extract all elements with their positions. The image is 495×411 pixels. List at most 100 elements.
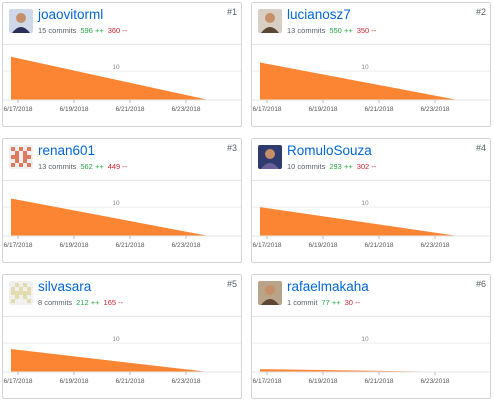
additions-count: 562 ++ — [80, 162, 104, 171]
y-tick-label: 10 — [361, 200, 369, 207]
x-tick-label: 6/17/2018 — [253, 378, 282, 385]
commits-count-link[interactable]: 8 commits — [38, 298, 72, 307]
username-link[interactable]: lucianosz7 — [287, 7, 351, 22]
x-tick-label: 6/21/2018 — [116, 242, 145, 249]
commits-count-link[interactable]: 13 commits — [38, 162, 76, 171]
x-tick-label: 6/21/2018 — [365, 106, 394, 113]
deletions-count: 350 -- — [356, 26, 377, 35]
additions-count: 77 ++ — [321, 298, 341, 307]
contributor-header: rafaelmakaha 1 commit 77 ++ 30 -- #6 — [252, 275, 490, 317]
username-link[interactable]: rafaelmakaha — [287, 279, 369, 294]
username-link[interactable]: RomuloSouza — [287, 143, 372, 158]
contribution-chart: 10 6/17/2018 6/19/2018 6/21/2018 6/23/2018 — [252, 181, 490, 262]
commits-count-link[interactable]: 13 commits — [287, 26, 325, 35]
contribution-chart: 10 6/17/2018 6/19/2018 6/21/2018 6/23/2018 — [3, 181, 241, 262]
x-tick-label: 6/23/2018 — [421, 106, 450, 113]
contributor-card: RomuloSouza 10 commits 293 ++ 302 -- #4 10 6/1… — [251, 138, 491, 263]
contribution-stats: 1 commit 77 ++ 30 -- — [287, 298, 360, 307]
x-tick-label: 6/17/2018 — [4, 378, 33, 385]
commits-count-link[interactable]: 15 commits — [38, 26, 76, 35]
x-tick-label: 6/19/2018 — [60, 378, 89, 385]
contribution-chart: 10 6/17/2018 6/19/2018 6/21/2018 6/23/2018 — [3, 317, 241, 398]
x-tick-label: 6/17/2018 — [253, 242, 282, 249]
rank-label: #3 — [226, 143, 237, 153]
x-tick-label: 6/21/2018 — [365, 242, 394, 249]
y-tick-label: 10 — [361, 64, 369, 71]
x-tick-label: 6/23/2018 — [172, 378, 201, 385]
commits-area-chart: 10 6/17/2018 6/19/2018 6/21/2018 6/23/2018 — [3, 336, 241, 385]
rank-label: #2 — [475, 7, 486, 17]
contribution-stats: 13 commits 562 ++ 449 -- — [38, 162, 127, 171]
commits-area — [260, 62, 458, 100]
deletions-count: 30 -- — [344, 298, 361, 307]
contribution-stats: 15 commits 596 ++ 360 -- — [38, 26, 127, 35]
x-tick-label: 6/17/2018 — [253, 106, 282, 113]
y-tick-label: 10 — [112, 64, 120, 71]
username-link[interactable]: renan601 — [38, 143, 95, 158]
x-tick-label: 6/21/2018 — [365, 378, 394, 385]
x-tick-label: 6/17/2018 — [4, 242, 33, 249]
commits-area-chart: 10 6/17/2018 6/19/2018 6/21/2018 6/23/2018 — [3, 198, 241, 249]
contribution-stats: 13 commits 550 ++ 350 -- — [287, 26, 376, 35]
commits-area — [11, 348, 209, 372]
x-tick-label: 6/17/2018 — [4, 106, 33, 113]
rank-label: #6 — [475, 279, 486, 289]
contributor-header: silvasara 8 commits 212 ++ 165 -- #5 — [3, 275, 241, 317]
x-tick-label: 6/23/2018 — [172, 242, 201, 249]
contributor-card: lucianosz7 13 commits 550 ++ 350 -- #2 10 6/17… — [251, 2, 491, 127]
deletions-count: 165 -- — [103, 298, 124, 307]
commits-count-link[interactable]: 1 commit — [287, 298, 317, 307]
contribution-stats: 8 commits 212 ++ 165 -- — [38, 298, 123, 307]
contribution-chart: 10 6/17/2018 6/19/2018 6/21/2018 6/23/2018 — [252, 317, 490, 398]
x-tick-label: 6/19/2018 — [309, 378, 338, 385]
contributor-header: joaovitorml 15 commits 596 ++ 360 -- #1 — [3, 3, 241, 45]
contributor-card: joaovitorml 15 commits 596 ++ 360 -- #1 10 6/1… — [2, 2, 242, 127]
rank-label: #1 — [226, 7, 237, 17]
deletions-count: 360 -- — [107, 26, 128, 35]
rank-label: #5 — [226, 279, 237, 289]
deletions-count: 449 -- — [107, 162, 128, 171]
x-tick-label: 6/19/2018 — [60, 242, 89, 249]
commits-area-chart: 10 6/17/2018 6/19/2018 6/21/2018 6/23/2018 — [3, 56, 241, 113]
x-tick-label: 6/23/2018 — [172, 106, 201, 113]
contributor-card: silvasara 8 commits 212 ++ 165 -- #5 10 6/17/2… — [2, 274, 242, 399]
contribution-stats: 10 commits 293 ++ 302 -- — [287, 162, 376, 171]
contributor-card: rafaelmakaha 1 commit 77 ++ 30 -- #6 10 6/17/2… — [251, 274, 491, 399]
commits-count-link[interactable]: 10 commits — [287, 162, 325, 171]
username-link[interactable]: joaovitorml — [38, 7, 103, 22]
identicon-avatar[interactable] — [9, 145, 33, 169]
x-tick-label: 6/19/2018 — [309, 106, 338, 113]
deletions-count: 302 -- — [356, 162, 377, 171]
x-tick-label: 6/23/2018 — [421, 242, 450, 249]
x-tick-label: 6/19/2018 — [60, 106, 89, 113]
commits-area-chart: 10 6/17/2018 6/19/2018 6/21/2018 6/23/2018 — [252, 62, 490, 113]
contributor-header: lucianosz7 13 commits 550 ++ 350 -- #2 — [252, 3, 490, 45]
photo-avatar[interactable] — [258, 9, 282, 33]
x-tick-label: 6/19/2018 — [309, 242, 338, 249]
additions-count: 550 ++ — [329, 26, 353, 35]
contributor-header: renan601 13 commits 562 ++ 449 -- #3 — [3, 139, 241, 181]
username-link[interactable]: silvasara — [38, 279, 91, 294]
commits-area-chart: 10 6/17/2018 6/19/2018 6/21/2018 6/23/2018 — [252, 200, 490, 249]
contributor-card: renan601 13 commits 562 ++ 449 -- #3 10 6/17/2… — [2, 138, 242, 263]
additions-count: 596 ++ — [80, 26, 104, 35]
photo-avatar[interactable] — [9, 9, 33, 33]
contribution-chart: 10 6/17/2018 6/19/2018 6/21/2018 6/23/2018 — [252, 45, 490, 126]
commits-area — [11, 198, 209, 236]
contribution-chart: 10 6/17/2018 6/19/2018 6/21/2018 6/23/2018 — [3, 45, 241, 126]
rank-label: #4 — [475, 143, 486, 153]
y-tick-label: 10 — [361, 336, 369, 343]
photo-avatar[interactable] — [258, 281, 282, 305]
commits-area — [260, 207, 458, 236]
x-tick-label: 6/21/2018 — [116, 106, 145, 113]
x-tick-label: 6/21/2018 — [116, 378, 145, 385]
additions-count: 293 ++ — [329, 162, 353, 171]
commits-area-chart: 10 6/17/2018 6/19/2018 6/21/2018 6/23/2018 — [252, 336, 490, 385]
commits-area — [11, 56, 209, 100]
photo-avatar[interactable] — [258, 145, 282, 169]
x-tick-label: 6/23/2018 — [421, 378, 450, 385]
y-tick-label: 10 — [112, 200, 120, 207]
y-tick-label: 10 — [112, 336, 120, 343]
identicon-avatar[interactable] — [9, 281, 33, 305]
additions-count: 212 ++ — [76, 298, 100, 307]
